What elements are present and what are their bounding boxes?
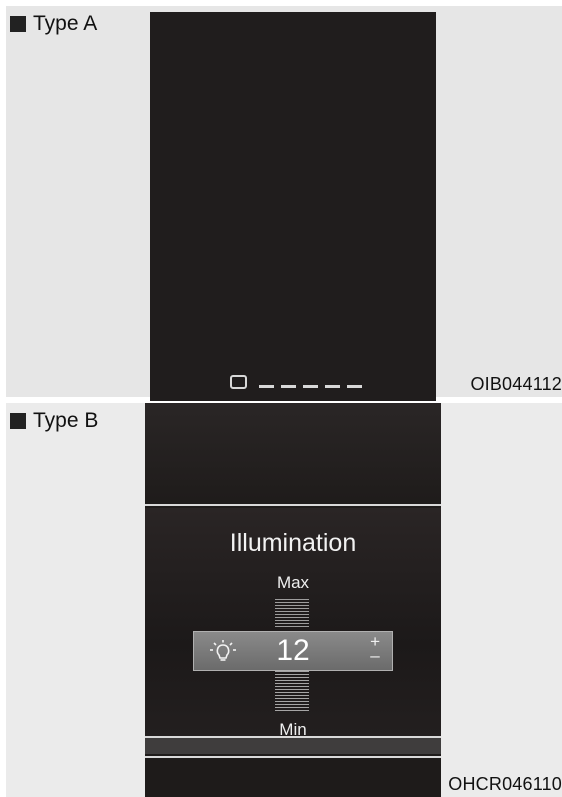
digit-dash	[281, 385, 296, 388]
type-b-panel: Type B Illumination Max 12 + – Min OHCR0…	[6, 403, 562, 797]
odometer-readout	[230, 375, 362, 389]
square-bullet-icon	[10, 413, 26, 429]
cluster-display-b: Illumination Max 12 + – Min	[145, 403, 441, 797]
plus-minus-indicator[interactable]: + –	[370, 633, 380, 664]
type-a-panel: Type A OIB044112	[6, 6, 562, 401]
illumination-control[interactable]: 12 + –	[193, 631, 393, 671]
illumination-value: 12	[276, 634, 310, 667]
digit-zero	[230, 375, 247, 389]
type-b-label: Type B	[33, 409, 99, 432]
lower-band	[145, 738, 441, 754]
type-a-label: Type A	[33, 12, 98, 35]
digit-dash	[347, 385, 362, 388]
digit-dash	[303, 385, 318, 388]
divider-line	[145, 504, 441, 506]
digit-dash	[259, 385, 274, 388]
illumination-title: Illumination	[229, 529, 357, 557]
top-section	[145, 403, 441, 500]
divider-line	[145, 756, 441, 758]
type-a-heading: Type A	[10, 12, 97, 36]
level-bars-upper	[275, 599, 309, 627]
minus-symbol[interactable]: –	[370, 647, 380, 664]
type-b-heading: Type B	[10, 409, 98, 433]
square-bullet-icon	[10, 16, 26, 32]
cluster-display-a	[150, 12, 436, 401]
bottom-section	[145, 759, 441, 797]
level-bars-lower	[275, 671, 309, 711]
figure-code-a: OIB044112	[470, 374, 562, 394]
max-label: Max	[276, 573, 310, 592]
digit-dash	[325, 385, 340, 388]
figure-code-b: OHCR046110	[448, 774, 562, 794]
